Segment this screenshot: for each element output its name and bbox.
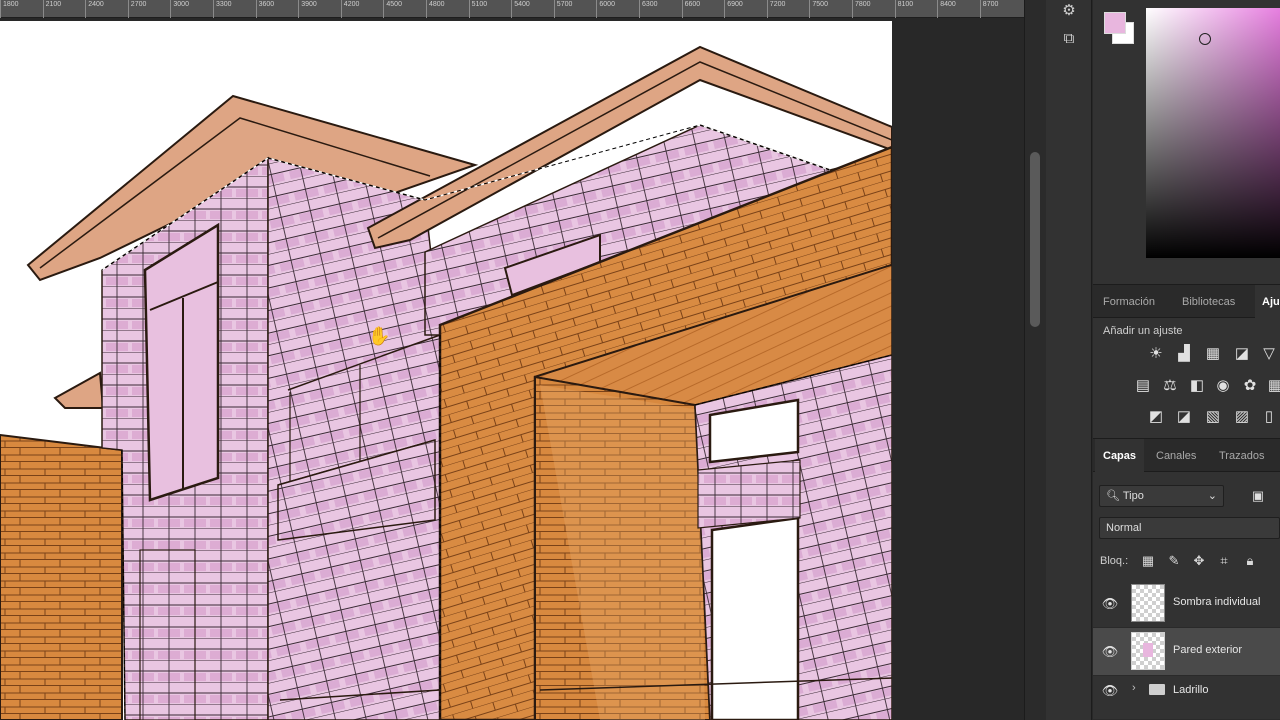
tab-trazados[interactable]: Trazados — [1219, 439, 1264, 473]
ruler-tick: 4200 — [340, 0, 359, 18]
threshold-icon[interactable]: ▧ — [1203, 407, 1223, 427]
curves-icon[interactable]: ▦ — [1203, 344, 1223, 364]
blend-mode-select[interactable]: Normal — [1099, 517, 1280, 539]
vertical-scrollbar[interactable] — [1024, 0, 1046, 720]
3d-cube-icon[interactable]: ⧉ — [1056, 28, 1082, 50]
layer-row[interactable]: 👁︎ Sombra individual — [1093, 580, 1280, 628]
foreground-swatch[interactable] — [1104, 12, 1126, 34]
ruler-tick: 1800 — [0, 0, 19, 18]
tab-bibliotecas[interactable]: Bibliotecas — [1182, 285, 1235, 319]
ruler-tick: 8400 — [937, 0, 956, 18]
eye-icon[interactable]: 👁︎ — [1101, 682, 1119, 700]
ruler-tick: 6000 — [596, 0, 615, 18]
color-lookup-icon[interactable]: ▦ — [1265, 376, 1280, 396]
ruler-tick: 8100 — [894, 0, 913, 18]
ruler-tick: 3900 — [298, 0, 317, 18]
ruler-tick: 6600 — [681, 0, 700, 18]
ruler-tick: 3600 — [255, 0, 274, 18]
image-filter-icon[interactable]: ▣ — [1248, 486, 1268, 506]
ruler-tick: 3300 — [213, 0, 232, 18]
selective-color-icon[interactable]: ▯ — [1259, 407, 1279, 427]
ruler-tick: 6300 — [639, 0, 658, 18]
layer-name: Ladrillo — [1173, 684, 1209, 696]
house-illustration: ✋ — [0, 45, 892, 720]
levels-icon[interactable]: ▟ — [1174, 344, 1194, 364]
right-panels: Formación Bibliotecas Aju Añadir un ajus… — [1093, 0, 1280, 720]
ruler-tick: 4800 — [426, 0, 445, 18]
layer-name: Sombra individual — [1173, 596, 1261, 608]
brightness-icon[interactable]: ☀ — [1146, 344, 1166, 364]
lock-brush-icon[interactable]: ✎ — [1165, 552, 1183, 570]
panel-dock-strip: ⚙ ⧉ — [1046, 0, 1092, 720]
folder-icon — [1149, 684, 1165, 695]
ruler-tick: 6900 — [724, 0, 743, 18]
ruler-tick: 5400 — [511, 0, 530, 18]
ruler-tick: 5700 — [553, 0, 572, 18]
vibrance-icon[interactable]: ▽ — [1259, 344, 1279, 364]
eye-icon[interactable]: 👁︎ — [1101, 595, 1119, 613]
svg-text:✋: ✋ — [368, 325, 390, 347]
exposure-icon[interactable]: ◪ — [1232, 344, 1252, 364]
ruler-tick: 8700 — [979, 0, 998, 18]
color-picker-ring[interactable] — [1199, 33, 1211, 45]
document-workspace[interactable]: ✋ — [0, 18, 1024, 720]
tab-capas[interactable]: Capas — [1095, 439, 1145, 473]
lock-all-icon[interactable]: 🔒︎ — [1241, 552, 1259, 570]
chevron-right-icon[interactable]: › — [1132, 682, 1136, 694]
channel-mixer-icon[interactable]: ✿ — [1240, 376, 1260, 396]
lock-transparency-icon[interactable]: ▦ — [1139, 552, 1157, 570]
lock-label: Bloq.: — [1100, 555, 1129, 567]
layer-thumbnail-content — [1143, 643, 1153, 657]
layer-thumbnail — [1131, 584, 1165, 622]
layer-name: Pared exterior — [1173, 644, 1243, 656]
layer-row-selected[interactable]: 👁︎ Pared exterior — [1093, 628, 1280, 676]
tab-canales[interactable]: Canales — [1156, 439, 1196, 473]
ruler-tick: 7500 — [809, 0, 828, 18]
panel-tabs-top: Formación Bibliotecas Aju — [1093, 284, 1280, 319]
layer-filter-select[interactable]: 🔍︎ Tipo ⌄ — [1099, 485, 1224, 507]
ruler-tick: 5100 — [468, 0, 487, 18]
layer-thumbnail — [1131, 632, 1165, 670]
search-icon: 🔍︎ — [1106, 490, 1123, 502]
scrollbar-thumb[interactable] — [1030, 152, 1040, 327]
color-picker-field[interactable] — [1146, 8, 1280, 258]
ruler-tick: 2100 — [42, 0, 61, 18]
chevron-down-icon: ⌄ — [1207, 490, 1217, 502]
black-white-icon[interactable]: ◧ — [1187, 376, 1207, 396]
color-balance-icon[interactable]: ⚖ — [1160, 376, 1180, 396]
ruler-tick: 2700 — [127, 0, 146, 18]
ruler-tick: 4500 — [383, 0, 402, 18]
gradient-map-icon[interactable]: ▨ — [1232, 407, 1252, 427]
layer-group-row[interactable]: 👁︎ › Ladrillo — [1093, 676, 1280, 720]
photo-filter-icon[interactable]: ◉ — [1213, 376, 1233, 396]
horizontal-ruler: 1800 2100 2400 2700 3000 3300 3600 3900 4200 4500… — [0, 0, 1024, 18]
tab-ajustes[interactable]: Aju — [1255, 285, 1280, 319]
tab-formacion[interactable]: Formación — [1103, 285, 1155, 319]
eye-icon[interactable]: 👁︎ — [1101, 643, 1119, 661]
ruler-tick: 7200 — [766, 0, 785, 18]
ruler-tick: 2400 — [85, 0, 104, 18]
ruler-tick: 7800 — [852, 0, 871, 18]
lock-position-icon[interactable]: ✥ — [1190, 552, 1208, 570]
panel-tabs-layers: Capas Canales Trazados — [1093, 438, 1280, 473]
properties-icon[interactable]: ⚙ — [1056, 0, 1082, 22]
hue-saturation-icon[interactable]: ▤ — [1133, 376, 1153, 396]
posterize-icon[interactable]: ◪ — [1174, 407, 1194, 427]
invert-icon[interactable]: ◩ — [1146, 407, 1166, 427]
lock-artboard-icon[interactable]: ⌗ — [1215, 552, 1233, 570]
adjustments-title: Añadir un ajuste — [1103, 325, 1183, 337]
image-canvas[interactable]: ✋ — [0, 21, 892, 720]
ruler-tick: 3000 — [170, 0, 189, 18]
